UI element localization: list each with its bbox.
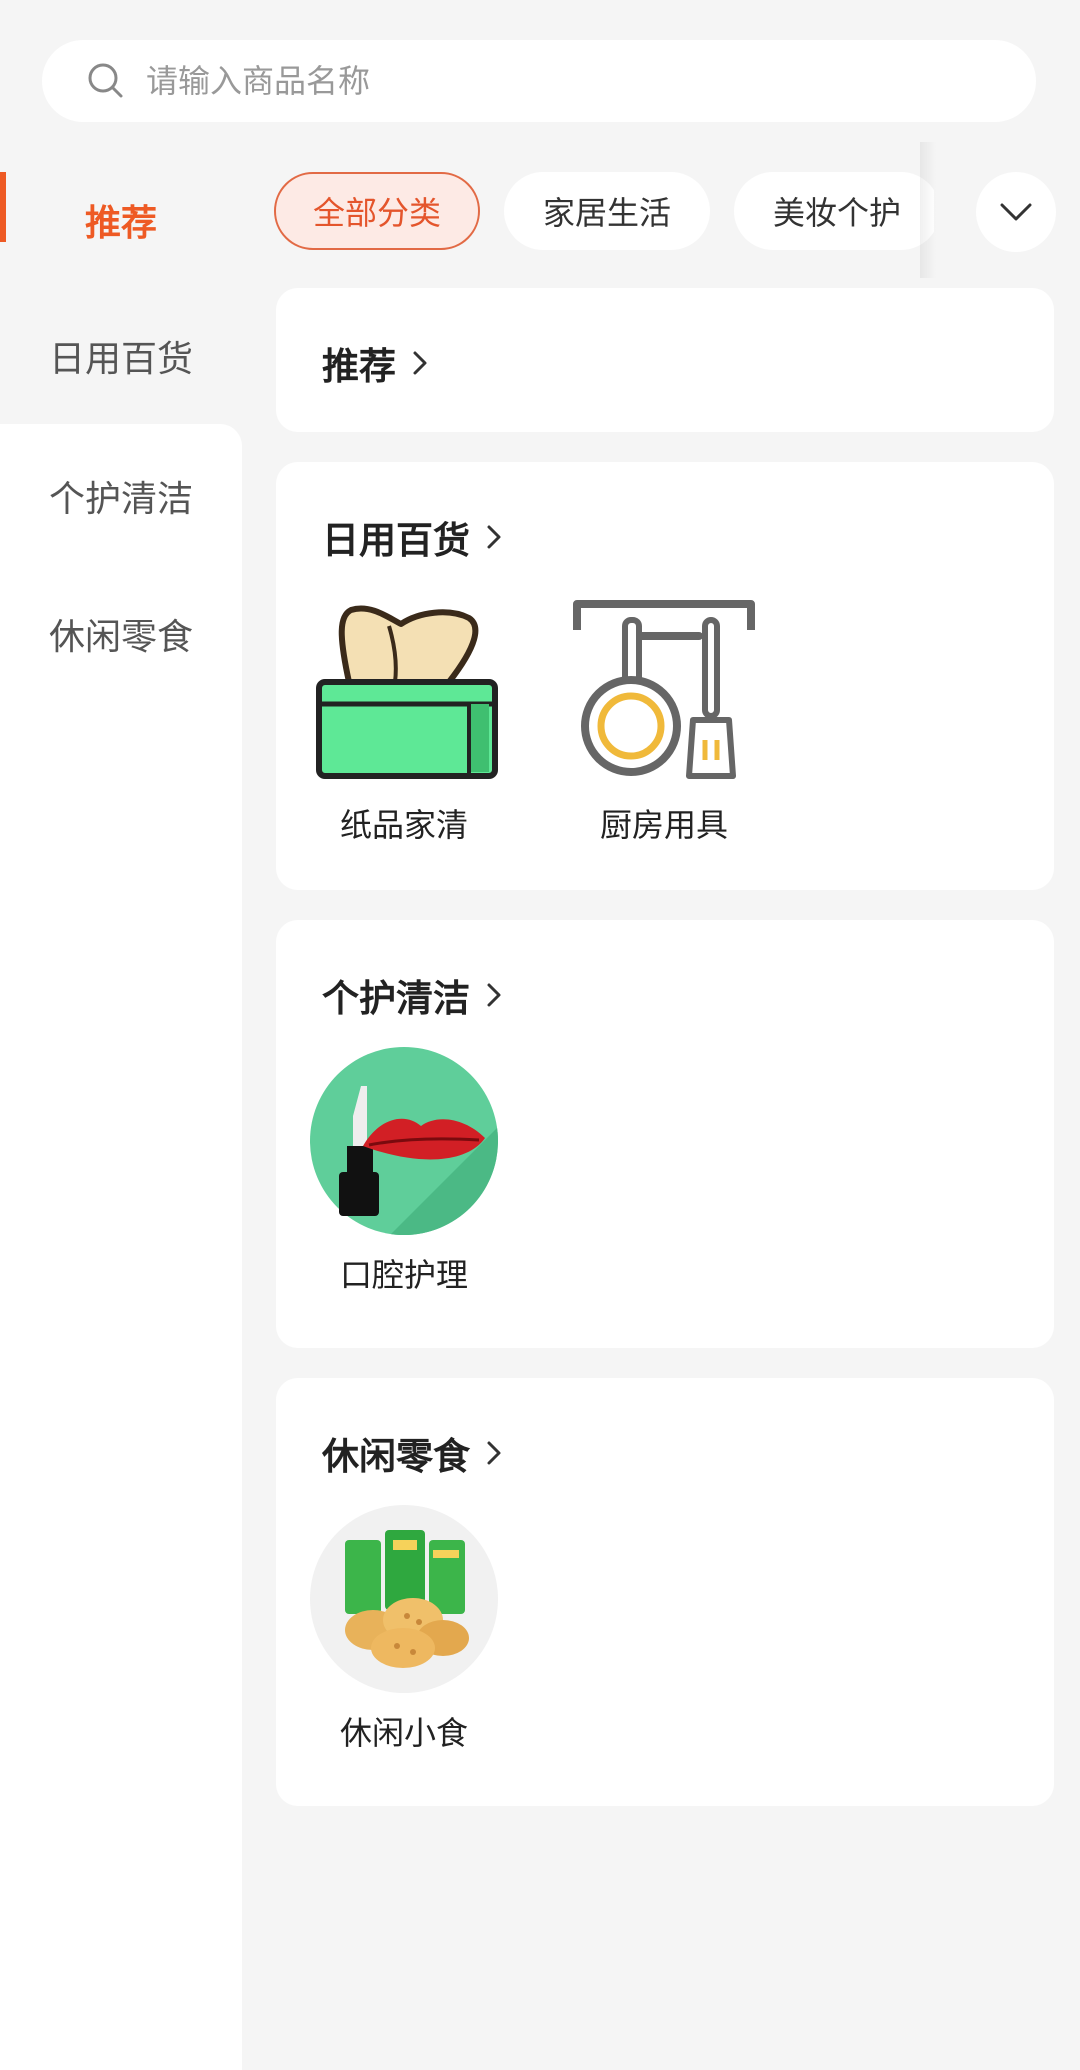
chip-label: 美妆个护 xyxy=(772,194,901,232)
chevron-right-icon xyxy=(413,351,427,375)
search-bar[interactable] xyxy=(42,40,1036,122)
search-icon xyxy=(88,63,123,98)
category-sidebar: 推荐 日用百货 个护清洁 休闲零食 xyxy=(0,150,242,2070)
sidebar-item-label: 休闲零食 xyxy=(48,617,193,658)
biscuits-snack-icon xyxy=(310,1505,498,1693)
expand-categories-button[interactable] xyxy=(976,172,1056,252)
sidebar-item-label: 日用百货 xyxy=(48,339,193,380)
lipstick-lips-icon xyxy=(310,1047,498,1235)
sidebar-item-label: 个护清洁 xyxy=(48,479,193,520)
chevron-right-icon xyxy=(487,1441,501,1465)
subcategory-item-paper-cleaning[interactable]: 纸品家清 xyxy=(304,596,504,846)
section-title: 推荐 xyxy=(322,345,396,388)
subcategory-label: 纸品家清 xyxy=(339,806,468,844)
section-header-daily-goods[interactable]: 日用百货 xyxy=(322,510,502,564)
sidebar-item-recommend[interactable]: 推荐 xyxy=(0,150,242,290)
section-header-personal-care[interactable]: 个护清洁 xyxy=(322,968,502,1022)
subcategory-item-casual-snacks[interactable]: 休闲小食 xyxy=(304,1504,504,1754)
chevron-right-icon xyxy=(487,983,501,1007)
sidebar-item-personal-care[interactable]: 个护清洁 xyxy=(0,426,242,566)
chip-beauty-care[interactable]: 美妆个护 xyxy=(734,172,934,250)
sidebar-item-snacks[interactable]: 休闲零食 xyxy=(0,564,242,704)
section-card-personal-care: 个护清洁 口腔护理 xyxy=(276,920,1054,1348)
subcategory-item-oral-care[interactable]: 口腔护理 xyxy=(304,1046,504,1296)
chip-label: 全部分类 xyxy=(312,194,441,232)
section-header-recommend[interactable]: 推荐 xyxy=(322,336,428,390)
section-title: 个护清洁 xyxy=(322,977,470,1020)
sidebar-item-label: 推荐 xyxy=(84,203,157,244)
subcategory-item-kitchenware[interactable]: 厨房用具 xyxy=(564,596,764,846)
search-input[interactable] xyxy=(146,62,966,100)
section-card-snacks: 休闲零食 休闲小食 xyxy=(276,1378,1054,1806)
subcategory-label: 厨房用具 xyxy=(599,806,728,844)
chip-scroll-shadow xyxy=(920,142,936,278)
section-header-snacks[interactable]: 休闲零食 xyxy=(322,1426,502,1480)
category-chip-bar: 全部分类 家居生活 美妆个护 xyxy=(274,172,934,252)
section-card-recommend: 推荐 xyxy=(276,288,1054,432)
chip-label: 家居生活 xyxy=(542,194,671,232)
chip-all-categories[interactable]: 全部分类 xyxy=(274,172,480,250)
chip-home-living[interactable]: 家居生活 xyxy=(504,172,710,250)
section-title: 休闲零食 xyxy=(322,1435,470,1478)
subcategory-label: 休闲小食 xyxy=(339,1714,468,1752)
chevron-right-icon xyxy=(487,525,501,549)
chevron-down-icon xyxy=(1000,203,1032,221)
section-title: 日用百货 xyxy=(322,519,470,562)
sidebar-item-daily-goods[interactable]: 日用百货 xyxy=(0,286,242,426)
subcategory-label: 口腔护理 xyxy=(339,1256,468,1294)
kitchen-utensils-icon xyxy=(573,600,755,779)
tissue-box-icon xyxy=(316,605,498,779)
section-card-daily-goods: 日用百货 纸品家清 厨房用具 xyxy=(276,462,1054,890)
